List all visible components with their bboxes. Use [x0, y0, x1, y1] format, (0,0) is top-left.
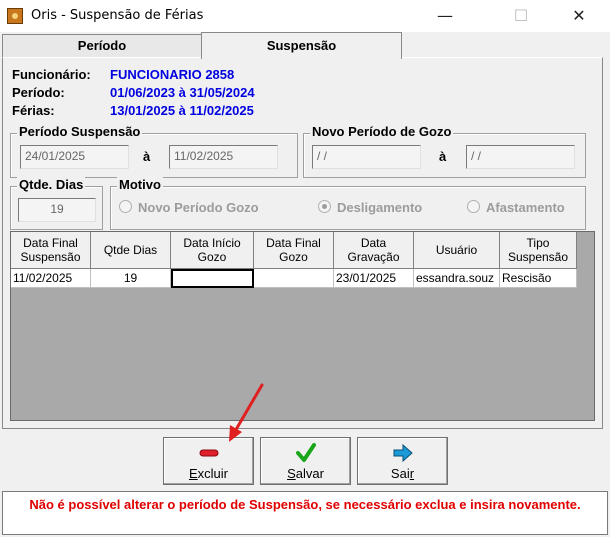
radio-label: Desligamento: [337, 200, 423, 215]
excluir-button[interactable]: Excluir: [163, 437, 254, 485]
close-button[interactable]: ✕: [556, 0, 602, 32]
window-title: Oris - Suspensão de Férias: [31, 8, 204, 23]
radio-dot-icon: [119, 200, 132, 213]
column-header[interactable]: Tipo Suspensão: [500, 232, 577, 269]
gozo-separator: à: [439, 149, 447, 164]
funcionario-value: FUNCIONARIO 2858: [110, 67, 235, 82]
column-header[interactable]: Data Final Gozo: [254, 232, 334, 269]
table-cell[interactable]: 11/02/2025: [11, 269, 91, 288]
radio-dot-icon: [467, 200, 480, 213]
table-cell[interactable]: 23/01/2025: [334, 269, 414, 288]
checkmark-icon: [261, 442, 350, 464]
title-bar: Oris - Suspensão de Férias — ☐ ✕: [0, 0, 610, 32]
column-header[interactable]: Data Início Gozo: [171, 232, 254, 269]
sair-label: Sair: [390, 466, 415, 481]
periodo-value: 01/06/2023 à 31/05/2024: [110, 85, 255, 100]
column-header[interactable]: Qtde Dias: [91, 232, 171, 269]
table-cell[interactable]: 19: [91, 269, 171, 288]
sair-button[interactable]: Sair: [357, 437, 448, 485]
gozo-fim-field[interactable]: / /: [466, 145, 575, 169]
excluir-label: Excluir: [188, 466, 228, 481]
radio-afastamento[interactable]: Afastamento: [467, 200, 565, 215]
table-header: Data Final Suspensão Qtde Dias Data Iníci…: [11, 232, 577, 269]
salvar-button[interactable]: Salvar: [260, 437, 351, 485]
ferias-value: 13/01/2025 à 11/02/2025: [110, 103, 254, 118]
radio-desligamento[interactable]: Desligamento: [318, 200, 422, 215]
funcionario-label: Funcionário:: [12, 67, 91, 82]
minimize-button[interactable]: —: [422, 0, 468, 32]
suspension-table[interactable]: Data Final Suspensão Qtde Dias Data Iníci…: [10, 231, 595, 421]
suspensao-separator: à: [143, 149, 151, 164]
table-cell[interactable]: essandra.souz: [414, 269, 500, 288]
arrow-right-icon: [358, 442, 447, 464]
radio-label: Afastamento: [486, 200, 565, 215]
novo-periodo-gozo-title: Novo Período de Gozo: [310, 124, 454, 139]
tab-suspensao[interactable]: Suspensão: [201, 32, 402, 59]
table-cell[interactable]: [254, 269, 334, 288]
table-row[interactable]: 11/02/2025 19 23/01/2025 essandra.souz R…: [11, 269, 577, 288]
maximize-button: ☐: [513, 6, 529, 25]
tab-periodo[interactable]: Período: [2, 34, 202, 57]
table-cell-focused[interactable]: [171, 269, 254, 288]
column-header[interactable]: Data Gravação: [334, 232, 414, 269]
salvar-label: Salvar: [287, 466, 324, 481]
minus-icon: [164, 442, 253, 464]
status-message: Não é possível alterar o período de Susp…: [2, 491, 608, 535]
app-icon: [7, 8, 23, 24]
table-cell[interactable]: Rescisão: [500, 269, 577, 288]
radio-novo-periodo-gozo[interactable]: Novo Período Gozo: [119, 200, 259, 215]
motivo-group: Motivo Novo Período Gozo Desligamento Af…: [110, 177, 586, 230]
tab-strip: Período Suspensão: [0, 32, 610, 59]
ferias-label: Férias:: [12, 103, 55, 118]
qtde-dias-field[interactable]: 19: [18, 198, 96, 222]
qtde-dias-title: Qtde. Dias: [17, 177, 86, 192]
suspensao-fim-field[interactable]: 11/02/2025: [169, 145, 278, 169]
gozo-inicio-field[interactable]: / /: [312, 145, 421, 169]
column-header[interactable]: Usuário: [414, 232, 500, 269]
column-header[interactable]: Data Final Suspensão: [11, 232, 91, 269]
radio-dot-checked-icon: [318, 200, 331, 213]
periodo-suspensao-title: Período Suspensão: [17, 124, 143, 139]
suspensao-inicio-field[interactable]: 24/01/2025: [20, 145, 129, 169]
motivo-title: Motivo: [117, 177, 163, 192]
radio-label: Novo Período Gozo: [138, 200, 259, 215]
periodo-label: Período:: [12, 85, 65, 100]
